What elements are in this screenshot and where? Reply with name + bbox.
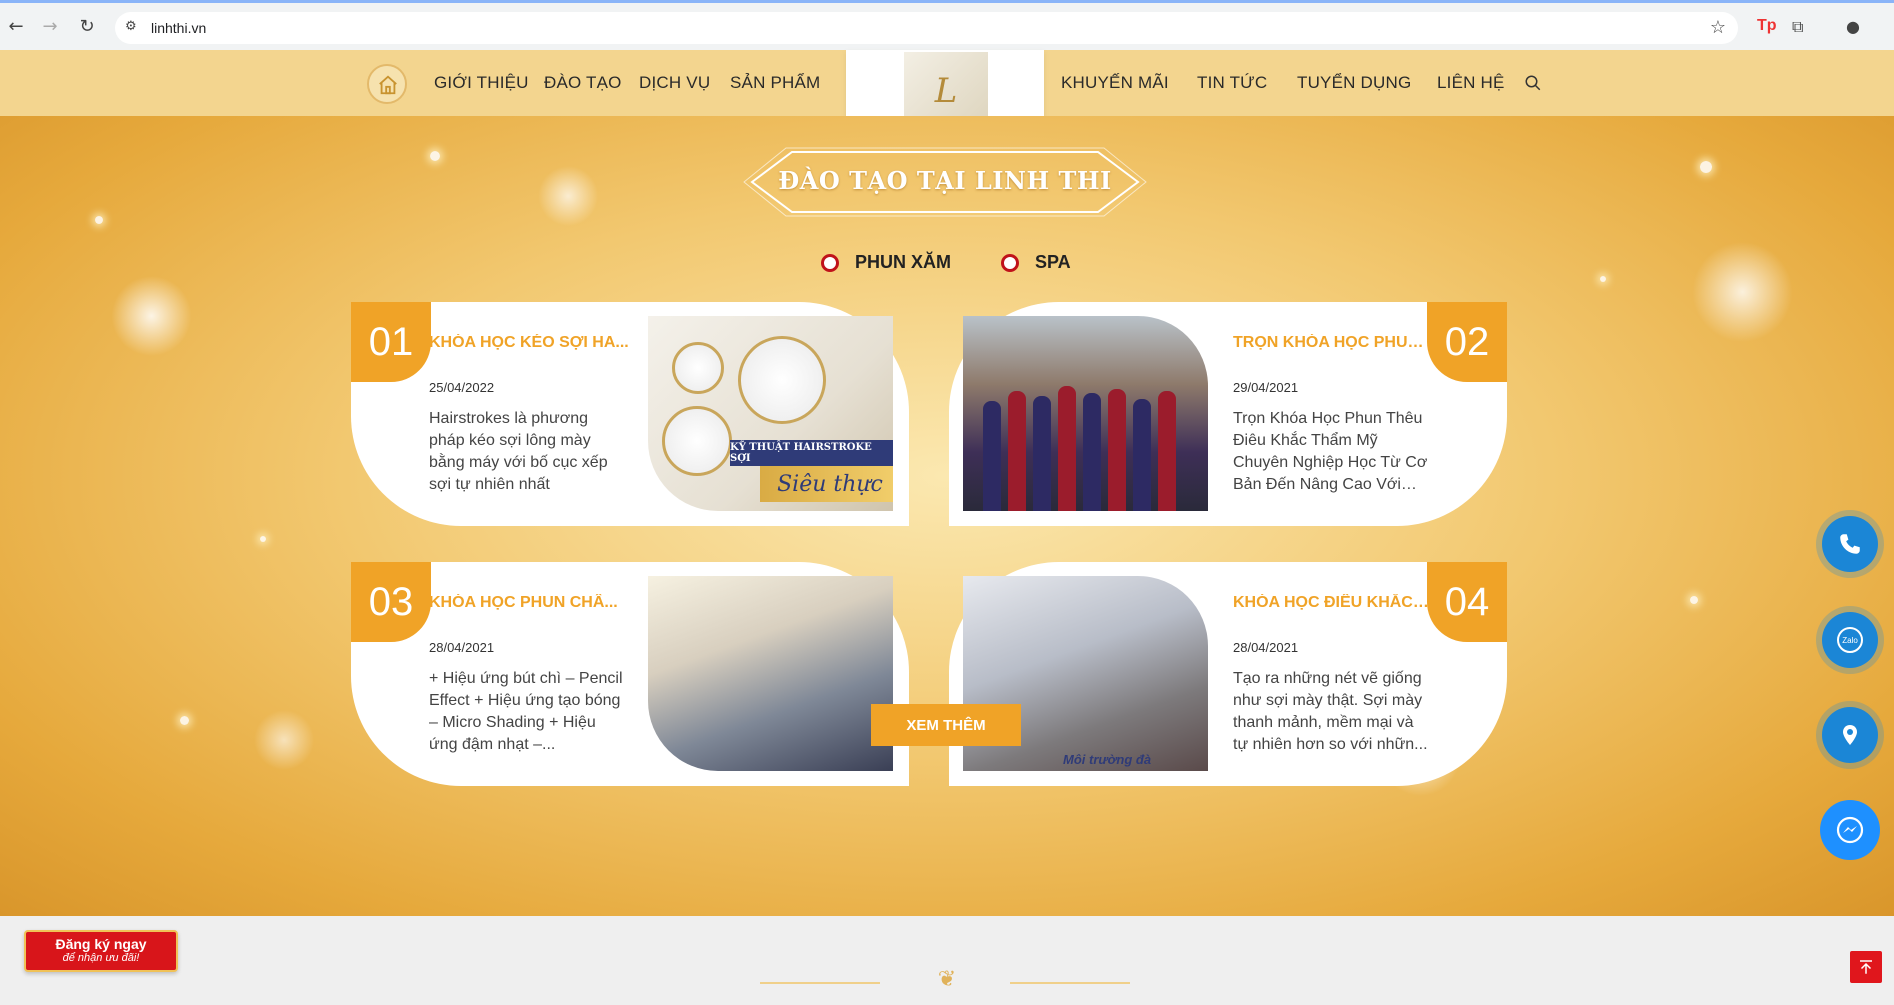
address-bar[interactable]: ⚙ linhthi.vn ☆: [115, 12, 1738, 44]
tab-label[interactable]: SPA: [1035, 252, 1071, 273]
nav-tuyen-dung[interactable]: TUYỂN DỤNG: [1297, 73, 1411, 93]
card-description: Tạo ra những nét vẽ giống như sợi mày th…: [1233, 670, 1428, 753]
next-section: ❦: [0, 916, 1894, 1005]
sparkle: [1690, 596, 1698, 604]
sparkle: [95, 216, 103, 224]
graduate-figure: [1058, 386, 1076, 511]
ornament-line: [1010, 982, 1130, 1005]
graduate-figure: [1008, 391, 1026, 511]
nav-gioi-thieu[interactable]: GIỚI THIỆU: [434, 73, 529, 93]
brow-circle: [662, 406, 732, 476]
forward-icon[interactable]: →: [40, 17, 60, 37]
extensions-icon[interactable]: ⧉: [1792, 17, 1803, 37]
image-caption: Môi trường đà: [1063, 752, 1152, 767]
graduate-figure: [983, 401, 1001, 511]
back-icon[interactable]: ←: [6, 17, 26, 37]
section-title-frame: ĐÀO TẠO TẠI LINH THI: [722, 146, 1168, 218]
sparkle: [260, 536, 266, 542]
bookmark-star-icon[interactable]: ☆: [1710, 17, 1726, 38]
graduate-figure: [1133, 399, 1151, 511]
section-title: ĐÀO TẠO TẠI LINH THI: [778, 166, 1112, 195]
arrow-up-icon: [1860, 960, 1872, 974]
graduate-figure: [1083, 393, 1101, 511]
sparkle: [1700, 161, 1712, 173]
graduate-figure: [1033, 396, 1051, 511]
messenger-icon: [1836, 816, 1864, 844]
card-date: 25/04/2022: [429, 380, 495, 395]
card-number: 03: [351, 562, 431, 642]
card-description: + Hiệu ứng bút chì – Pencil Effect + Hiệ…: [429, 670, 623, 753]
nav-dao-tao[interactable]: ĐÀO TẠO: [544, 73, 622, 93]
card-title[interactable]: KHÓA HỌC PHUN CHÂ...: [429, 594, 629, 612]
tab-spa[interactable]: SPA: [1001, 252, 1071, 273]
location-icon: [1843, 725, 1857, 745]
back-to-top-button[interactable]: [1850, 951, 1882, 983]
messenger-button[interactable]: [1820, 800, 1880, 860]
phone-icon: [1840, 534, 1860, 554]
sparkle: [1600, 276, 1606, 282]
site-info-icon[interactable]: ⚙: [125, 19, 143, 37]
home-button[interactable]: [367, 64, 407, 104]
browser-toolbar: ← → ↻ ⚙ linhthi.vn ☆ Tp ⧉ ●: [0, 0, 1894, 50]
card-description: Trọn Khóa Học Phun Thêu Điêu Khắc Thẩm M…: [1233, 410, 1428, 493]
card-date: 29/04/2021: [1233, 380, 1299, 395]
card-title[interactable]: TRỌN KHÓA HỌC PHUN ...: [1233, 334, 1433, 352]
sparkle: [180, 716, 189, 725]
zalo-icon: Zalo: [1837, 627, 1863, 653]
training-section: ĐÀO TẠO TẠI LINH THI PHUN XĂM SPA 01 KHÓ…: [0, 116, 1894, 916]
brow-circle: [672, 342, 724, 394]
graduate-figure: [1108, 389, 1126, 511]
image-banner-script: Siêu thực: [760, 466, 893, 502]
card-number: 01: [351, 302, 431, 382]
image-banner: KỸ THUẬT HAIRSTROKE SỢI: [730, 440, 893, 466]
phone-button[interactable]: [1822, 516, 1878, 572]
location-button[interactable]: [1822, 707, 1878, 763]
radio-icon[interactable]: [1001, 253, 1019, 272]
ornament-line: [760, 982, 880, 1005]
see-more-button[interactable]: XEM THÊM: [871, 704, 1021, 746]
nav-khuyen-mai[interactable]: KHUYẾN MÃI: [1061, 73, 1169, 93]
signup-promo-button[interactable]: Đăng ký ngay để nhận ưu đãi!: [24, 930, 178, 972]
nav-tin-tuc[interactable]: TIN TỨC: [1197, 73, 1267, 93]
course-card[interactable]: 01 KHÓA HỌC KÉO SỢI HA... 25/04/2022 Hai…: [351, 302, 909, 526]
tab-label[interactable]: PHUN XĂM: [855, 252, 951, 273]
card-image[interactable]: [648, 576, 893, 771]
graduate-figure: [1158, 391, 1176, 511]
sparkle: [430, 151, 440, 161]
nav-dich-vu[interactable]: DỊCH VỤ: [639, 73, 710, 93]
course-card[interactable]: 02 TRỌN KHÓA HỌC PHUN ... 29/04/2021 Trọ…: [949, 302, 1507, 526]
url-text[interactable]: linhthi.vn: [151, 20, 206, 36]
extension-tp-icon[interactable]: Tp: [1757, 17, 1777, 35]
profile-avatar[interactable]: ●: [1846, 17, 1860, 36]
reload-icon[interactable]: ↻: [77, 17, 97, 37]
nav-lien-he[interactable]: LIÊN HỆ: [1437, 73, 1505, 93]
card-title[interactable]: KHÓA HỌC ĐIÊU KHẮC C...: [1233, 594, 1433, 612]
radio-icon[interactable]: [821, 253, 839, 272]
home-icon: [379, 75, 397, 95]
card-image[interactable]: [963, 316, 1208, 511]
card-number: 02: [1427, 302, 1507, 382]
brow-circle: [738, 336, 826, 424]
tab-phun-xam[interactable]: PHUN XĂM: [821, 252, 951, 273]
card-image[interactable]: KỸ THUẬT HAIRSTROKE SỢI Siêu thực: [648, 316, 893, 511]
nav-san-pham[interactable]: SẢN PHẨM: [730, 73, 820, 93]
signup-line1[interactable]: Đăng ký ngay: [26, 936, 176, 952]
zalo-button[interactable]: Zalo: [1822, 612, 1878, 668]
card-description: Hairstrokes là phương pháp kéo sợi lông …: [429, 410, 608, 493]
course-card[interactable]: 04 KHÓA HỌC ĐIÊU KHẮC C... 28/04/2021 Tạ…: [949, 562, 1507, 786]
card-date: 28/04/2021: [1233, 640, 1299, 655]
search-icon[interactable]: [1524, 74, 1542, 92]
card-date: 28/04/2021: [429, 640, 495, 655]
course-card[interactable]: 03 KHÓA HỌC PHUN CHÂ... 28/04/2021 + Hiệ…: [351, 562, 909, 786]
card-number: 04: [1427, 562, 1507, 642]
svg-text:Zalo: Zalo: [1842, 636, 1858, 645]
ornament-icon: ❦: [937, 966, 957, 991]
card-title[interactable]: KHÓA HỌC KÉO SỢI HA...: [429, 334, 629, 352]
signup-line2[interactable]: để nhận ưu đãi!: [26, 952, 176, 964]
